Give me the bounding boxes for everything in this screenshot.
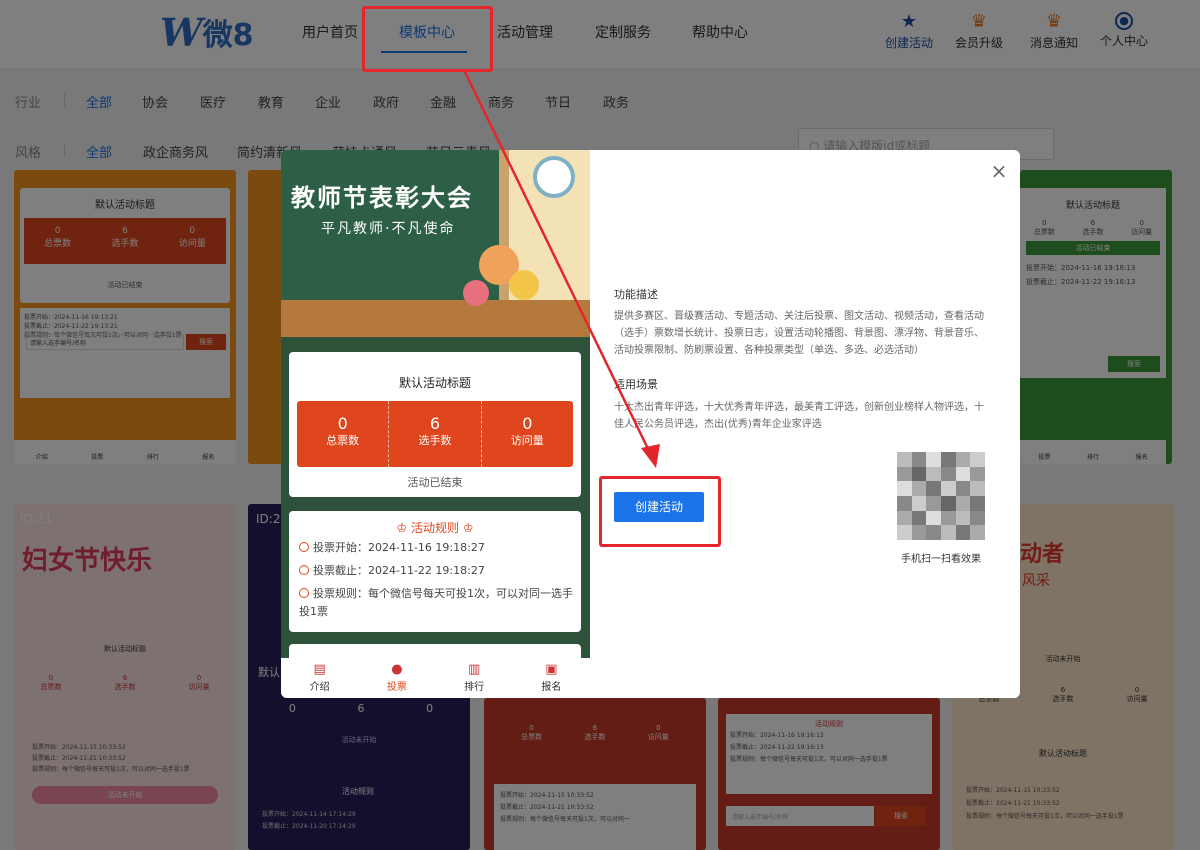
- qr-caption: 手机扫一扫看效果: [901, 554, 981, 565]
- rule-start: 投票开始：2024-11-16 19:18:27: [299, 539, 485, 557]
- doc-icon: ▤: [313, 662, 326, 677]
- form-icon: ▣: [545, 662, 558, 677]
- preview-nav-ranking[interactable]: ▥ 排行: [436, 658, 513, 698]
- clock-icon: [299, 565, 309, 575]
- preview-rules-card: ♔ 活动规则 ♔ 投票开始：2024-11-16 19:18:27 投票截止：2…: [289, 511, 581, 632]
- clock-icon: [533, 156, 575, 198]
- preview-status: 活动已结束: [407, 476, 463, 489]
- preview-nav-intro[interactable]: ▤ 介绍: [281, 658, 358, 698]
- stat-label: 选手数: [418, 434, 452, 447]
- preview-hero-title: 教师节表彰大会: [291, 183, 473, 212]
- rule-end-text: 投票截止：2024-11-22 19:18:27: [313, 564, 485, 577]
- rule-end: 投票截止：2024-11-22 19:18:27: [299, 562, 485, 580]
- preview-rules-title: ♔ 活动规则 ♔: [289, 519, 581, 536]
- create-button-highlight-box: [599, 476, 721, 547]
- scenes-text: 十大杰出青年评选，十大优秀青年评选，最美青工评选，创新创业榜样人物评选，十佳人民…: [614, 402, 984, 430]
- flower-icon: [509, 270, 539, 300]
- template-preview: 教师节表彰大会 平凡教师·不凡使命 默认活动标题 0 总票数 6 选手数 0 访问量 …: [281, 150, 590, 698]
- rules-title-text: 活动规则: [410, 521, 459, 535]
- preview-nav-vote[interactable]: ● 投票: [358, 658, 435, 698]
- nav-label: 报名: [541, 682, 562, 693]
- nav-label: 介绍: [309, 682, 330, 693]
- preview-hero-subtitle: 平凡教师·不凡使命: [321, 221, 456, 237]
- features-title: 功能描述: [614, 288, 658, 301]
- desk: [281, 300, 590, 337]
- chart-icon: ▥: [467, 662, 481, 677]
- rule-text-content: 投票规则：每个微信号每天可投1次，可以对同一选手投1票: [299, 587, 573, 618]
- nav-highlight-box: [362, 6, 493, 72]
- preview-hero-image: 教师节表彰大会 平凡教师·不凡使命: [281, 150, 590, 337]
- scenes-title: 适用场景: [614, 378, 658, 391]
- stat-label: 访问量: [510, 434, 544, 447]
- template-detail-modal: 教师节表彰大会 平凡教师·不凡使命 默认活动标题 0 总票数 6 选手数 0 访问量 …: [281, 150, 1020, 698]
- stat-num: 0: [522, 414, 533, 433]
- stat-label: 总票数: [326, 434, 360, 447]
- preview-card-title: 默认活动标题: [398, 376, 471, 390]
- stat-num: 6: [429, 414, 441, 433]
- close-icon[interactable]: ×: [990, 161, 1008, 181]
- rule-start-text: 投票开始：2024-11-16 19:18:27: [313, 541, 485, 554]
- qr-code: [897, 452, 985, 540]
- nav-label: 投票: [386, 682, 407, 693]
- rule-text: 投票规则：每个微信号每天可投1次，可以对同一选手投1票: [299, 585, 575, 621]
- features-text: 提供多赛区、晋级赛活动、专题活动、关注后投票、图文活动、视频活动，查看活动（选手…: [614, 311, 984, 356]
- preview-bottom-nav: ▤ 介绍 ● 投票 ▥ 排行 ▣ 报名: [281, 658, 590, 698]
- award-icon: ♔: [396, 521, 411, 535]
- preview-nav-signup[interactable]: ▣ 报名: [513, 658, 590, 698]
- user-icon: ●: [391, 662, 403, 677]
- nav-label: 排行: [464, 682, 485, 693]
- stat-visits: 0 访问量: [482, 401, 573, 467]
- clock-icon: [299, 542, 309, 552]
- award-icon: ♔: [459, 521, 474, 535]
- info-icon: [299, 588, 309, 598]
- stat-total-votes: 0 总票数: [297, 401, 390, 467]
- stat-num: 0: [337, 414, 348, 433]
- preview-stats: 0 总票数 6 选手数 0 访问量: [297, 401, 573, 467]
- preview-stats-card: 默认活动标题 0 总票数 6 选手数 0 访问量 活动已结束: [289, 352, 581, 497]
- flower-icon: [463, 280, 489, 306]
- stat-contestants: 6 选手数: [389, 401, 482, 467]
